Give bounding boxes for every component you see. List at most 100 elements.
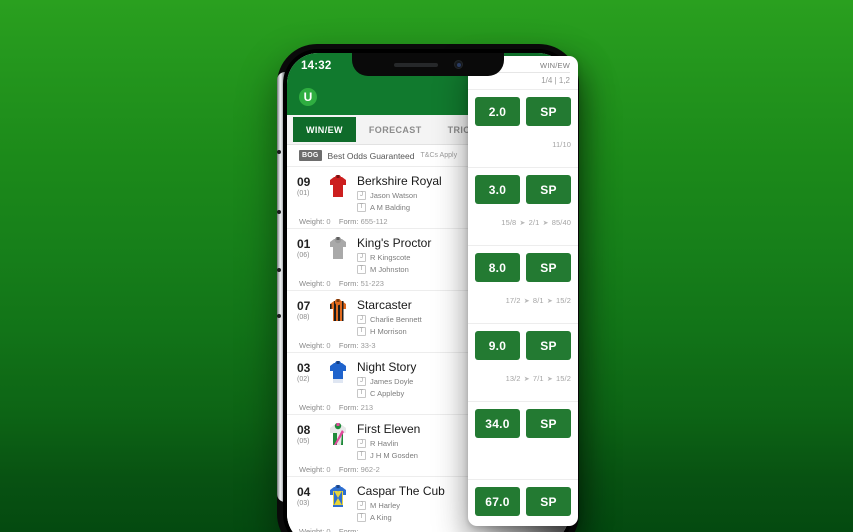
sp-button[interactable]: SP bbox=[526, 487, 571, 516]
runner-number-block: 07 (08) bbox=[297, 299, 319, 336]
sp-button[interactable]: SP bbox=[526, 409, 571, 438]
front-camera-icon bbox=[453, 60, 463, 69]
runner-draw: (06) bbox=[297, 252, 310, 259]
runner-draw: (02) bbox=[297, 376, 310, 383]
runner-number: 07 bbox=[297, 299, 311, 313]
jockey-name: Jason Watson bbox=[370, 190, 418, 200]
price-button[interactable]: 3.0 bbox=[475, 175, 520, 204]
form-label: Form: bbox=[338, 526, 359, 532]
odds-buttons: 67.0 SP bbox=[475, 487, 571, 516]
jockey-tag: J bbox=[357, 500, 366, 510]
tab-forecast[interactable]: FORECAST bbox=[356, 115, 435, 144]
jockey-silk-icon bbox=[326, 299, 350, 336]
weight-value: 0 bbox=[326, 526, 331, 532]
form-label: Form: bbox=[338, 402, 359, 412]
weight-label: Weight: bbox=[299, 464, 325, 474]
price-history-step: 11/10 bbox=[552, 140, 571, 149]
price-history-step: 13/2 bbox=[505, 374, 521, 383]
price-button[interactable]: 34.0 bbox=[475, 409, 520, 438]
price-history-step: 85/40 bbox=[551, 218, 571, 227]
odds-row: 67.0 SP bbox=[468, 479, 578, 526]
unibet-logo-icon[interactable]: U bbox=[299, 88, 317, 106]
trainer-tag: T bbox=[357, 326, 366, 336]
form-value: 962-2 bbox=[360, 464, 380, 474]
volume-button-notch bbox=[277, 210, 281, 214]
jockey-name: Charlie Bennett bbox=[370, 314, 422, 324]
price-history: 13/2 ➤ 7/1 ➤ 15/2 bbox=[475, 374, 571, 383]
sp-button[interactable]: SP bbox=[526, 331, 571, 360]
runner-number-block: 03 (02) bbox=[297, 361, 319, 398]
jockey-silk-icon bbox=[326, 361, 350, 398]
runner-draw: (01) bbox=[297, 190, 310, 197]
odds-row: 2.0 SP 11/10 bbox=[468, 89, 578, 167]
runner-number: 04 bbox=[297, 485, 311, 499]
weight-label: Weight: bbox=[299, 526, 325, 532]
price-button[interactable]: 8.0 bbox=[475, 253, 520, 282]
jockey-name: James Doyle bbox=[370, 376, 414, 386]
trend-arrow-icon: ➤ bbox=[519, 220, 526, 227]
trainer-name: C Appleby bbox=[370, 388, 405, 398]
odds-row: 8.0 SP 17/2 ➤ 8/1 ➤ 15/2 bbox=[468, 245, 578, 323]
runner-number-block: 01 (06) bbox=[297, 237, 319, 274]
odds-row: 3.0 SP 15/8 ➤ 2/1 ➤ 85/40 bbox=[468, 167, 578, 245]
trainer-name: M Johnston bbox=[370, 264, 409, 274]
sp-button[interactable]: SP bbox=[526, 253, 571, 282]
trainer-tag: T bbox=[357, 388, 366, 398]
jockey-silk-icon bbox=[326, 237, 350, 274]
jockey-tag: J bbox=[357, 376, 366, 386]
price-button[interactable]: 9.0 bbox=[475, 331, 520, 360]
runner-number: 03 bbox=[297, 361, 311, 375]
weight-value: 0 bbox=[326, 340, 331, 350]
jockey-tag: J bbox=[357, 190, 366, 200]
form-label: Form: bbox=[338, 278, 359, 288]
tab-win-ew[interactable]: WIN/EW bbox=[293, 117, 356, 142]
price-button[interactable]: 2.0 bbox=[475, 97, 520, 126]
price-history-step: 15/8 bbox=[501, 218, 517, 227]
bog-text: Best Odds Guaranteed bbox=[327, 150, 415, 161]
price-history: 17/2 ➤ 8/1 ➤ 15/2 bbox=[475, 296, 571, 305]
jockey-name: R Havlin bbox=[370, 438, 399, 448]
trainer-tag: T bbox=[357, 264, 366, 274]
jockey-tag: J bbox=[357, 252, 366, 262]
trainer-tag: T bbox=[357, 202, 366, 212]
trend-arrow-icon: ➤ bbox=[523, 298, 530, 305]
weight-label: Weight: bbox=[299, 340, 325, 350]
weight-value: 0 bbox=[326, 216, 331, 226]
price-history: 15/8 ➤ 2/1 ➤ 85/40 bbox=[475, 218, 571, 227]
jockey-name: M Harley bbox=[370, 500, 401, 510]
runner-number: 08 bbox=[297, 423, 311, 437]
trend-arrow-icon: ➤ bbox=[546, 298, 553, 305]
odds-buttons: 3.0 SP bbox=[475, 175, 571, 204]
logo-letter: U bbox=[303, 90, 313, 104]
price-history-step: 15/2 bbox=[556, 296, 571, 305]
odds-buttons: 8.0 SP bbox=[475, 253, 571, 282]
runner-draw: (08) bbox=[297, 314, 310, 321]
jockey-silk-icon bbox=[326, 485, 350, 522]
jockey-name: R Kingscote bbox=[370, 252, 411, 262]
weight-label: Weight: bbox=[299, 278, 325, 288]
odds-buttons: 34.0 SP bbox=[475, 409, 571, 438]
jockey-silk-icon bbox=[326, 423, 350, 460]
price-history: 11/10 bbox=[475, 140, 571, 149]
runner-number: 01 bbox=[297, 237, 311, 251]
trainer-tag: T bbox=[357, 512, 366, 522]
odds-detail-panel: WIN/EW 1/4 | 1,2 2.0 SP 11/10 3.0 SP 15/… bbox=[468, 56, 578, 526]
bog-badge: BOG bbox=[299, 150, 322, 161]
price-history-step: 7/1 bbox=[532, 374, 544, 383]
runner-draw: (05) bbox=[297, 438, 310, 445]
form-value: 51-223 bbox=[360, 278, 384, 288]
form-value: 655-112 bbox=[360, 216, 388, 226]
runner-number: 09 bbox=[297, 175, 311, 189]
sp-button[interactable]: SP bbox=[526, 175, 571, 204]
sp-button[interactable]: SP bbox=[526, 97, 571, 126]
odds-row: 34.0 SP bbox=[468, 401, 578, 479]
trainer-tag: T bbox=[357, 450, 366, 460]
trainer-name: A M Balding bbox=[370, 202, 411, 212]
jockey-tag: J bbox=[357, 314, 366, 324]
price-button[interactable]: 67.0 bbox=[475, 487, 520, 516]
jockey-silk-icon bbox=[326, 175, 350, 212]
bog-terms-link[interactable]: T&Cs Apply bbox=[421, 152, 458, 159]
runner-number-block: 08 (05) bbox=[297, 423, 319, 460]
odds-row: 9.0 SP 13/2 ➤ 7/1 ➤ 15/2 bbox=[468, 323, 578, 401]
jockey-tag: J bbox=[357, 438, 366, 448]
